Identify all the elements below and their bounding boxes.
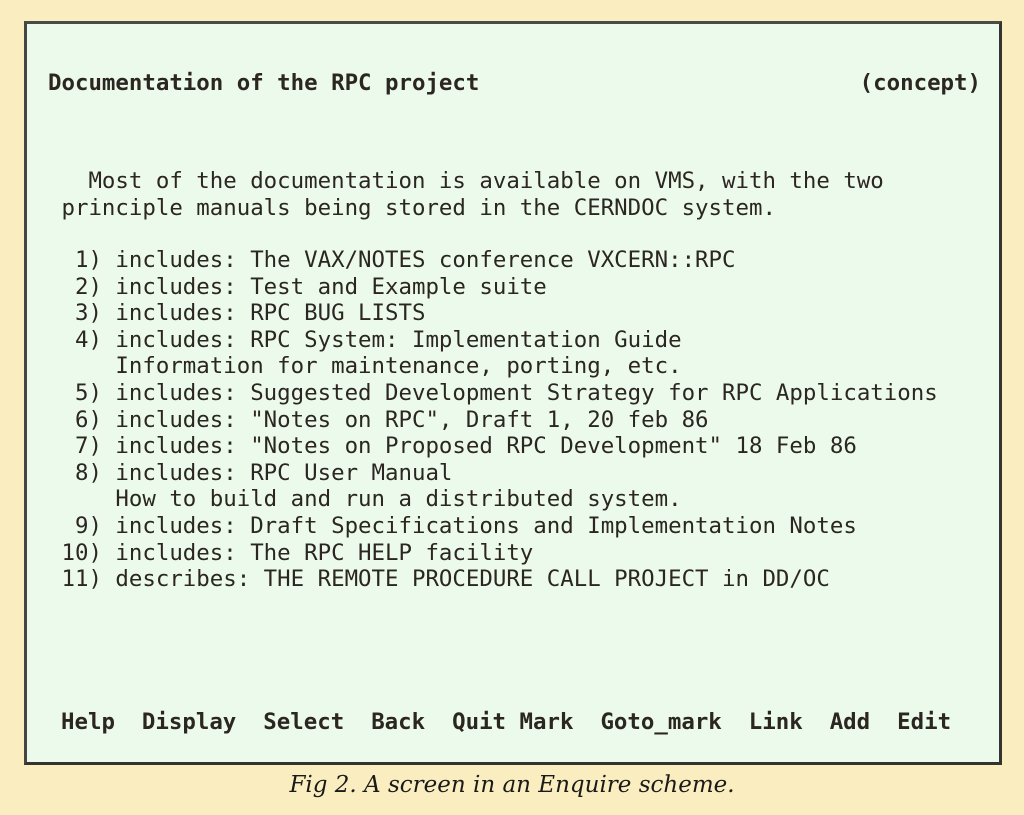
description-line: principle manuals being stored in the CE… [48, 194, 776, 221]
link-list-item-note: Information for maintenance, porting, et… [48, 353, 682, 380]
link-list-item[interactable]: 2) includes: Test and Example suite [48, 274, 998, 301]
link-list-item[interactable]: 1) includes: The VAX/NOTES conference VX… [48, 247, 998, 274]
link-list-item[interactable]: 11) describes: THE REMOTE PROCEDURE CALL… [48, 566, 998, 593]
menu-item-quit[interactable]: Quit [452, 709, 506, 735]
link-list-item[interactable]: 5) includes: Suggested Development Strat… [48, 380, 998, 407]
menu-item-display[interactable]: Display [142, 709, 236, 735]
menu-item-goto_mark[interactable]: Goto_mark [600, 709, 721, 735]
node-type-label: (concept) [859, 70, 981, 96]
menu-item-edit[interactable]: Edit [897, 709, 951, 735]
enquire-terminal-screen: Documentation of the RPC project (concep… [24, 21, 1002, 765]
link-list-item[interactable]: 10) includes: The RPC HELP facility [48, 540, 998, 567]
menu-item-back[interactable]: Back [371, 709, 425, 735]
link-list-item[interactable]: 8) includes: RPC User Manual [48, 460, 998, 487]
menu-item-select[interactable]: Select [263, 709, 344, 735]
node-description: Most of the documentation is available o… [48, 168, 998, 221]
menu-item-mark[interactable]: Mark [520, 709, 574, 735]
link-list-item[interactable]: 7) includes: "Notes on Proposed RPC Deve… [48, 433, 998, 460]
link-list-item[interactable]: 3) includes: RPC BUG LISTS [48, 300, 998, 327]
screen-header: Documentation of the RPC project (concep… [48, 70, 981, 102]
description-line: Most of the documentation is available o… [48, 168, 884, 194]
figure-caption: Fig 2. A screen in an Enquire scheme. [289, 772, 735, 798]
menu-item-add[interactable]: Add [830, 709, 870, 735]
node-title: Documentation of the RPC project [48, 70, 480, 96]
screen-inner: Documentation of the RPC project (concep… [27, 24, 999, 762]
link-list-item-note: How to build and run a distributed syste… [48, 486, 682, 513]
node-link-list: 1) includes: The VAX/NOTES conference VX… [48, 247, 998, 593]
menu-item-link[interactable]: Link [749, 709, 803, 735]
link-list-item[interactable]: 4) includes: RPC System: Implementation … [48, 327, 998, 354]
link-list-item[interactable]: 9) includes: Draft Specifications and Im… [48, 513, 998, 540]
link-list-item[interactable]: 6) includes: "Notes on RPC", Draft 1, 20… [48, 407, 998, 434]
menu-item-help[interactable]: Help [61, 709, 115, 735]
command-menu-bar: Help Display Select Back Quit Mark Goto_mark Li… [61, 709, 981, 735]
figure-container: Documentation of the RPC project (concep… [0, 0, 1024, 815]
